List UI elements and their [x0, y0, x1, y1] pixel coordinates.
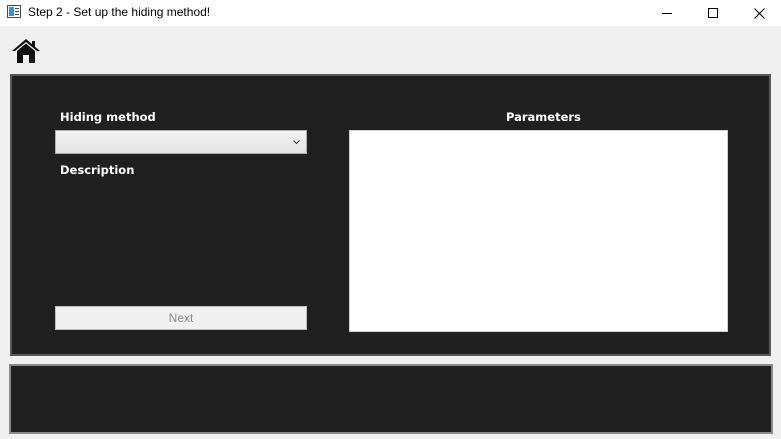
close-button[interactable] — [736, 0, 781, 26]
status-panel — [9, 364, 773, 434]
app-window: Step 2 - Set up the hiding method! Hidin… — [0, 0, 781, 439]
main-panel: Hiding method Description Next Parameter… — [10, 74, 771, 356]
hiding-method-select[interactable] — [55, 130, 307, 154]
close-icon — [753, 7, 765, 19]
parameters-panel[interactable] — [349, 130, 728, 332]
minimize-icon — [662, 13, 672, 14]
chevron-down-icon — [293, 140, 300, 145]
maximize-icon — [708, 8, 718, 18]
parameters-label: Parameters — [506, 110, 581, 124]
hiding-method-label: Hiding method — [60, 110, 156, 124]
title-bar[interactable]: Step 2 - Set up the hiding method! — [0, 0, 781, 26]
description-label: Description — [60, 163, 135, 177]
maximize-button[interactable] — [690, 0, 736, 26]
app-icon — [7, 5, 21, 18]
minimize-button[interactable] — [644, 0, 690, 26]
next-button[interactable]: Next — [55, 306, 307, 330]
home-icon — [12, 39, 40, 63]
window-title: Step 2 - Set up the hiding method! — [28, 5, 211, 19]
home-button[interactable] — [11, 38, 41, 64]
